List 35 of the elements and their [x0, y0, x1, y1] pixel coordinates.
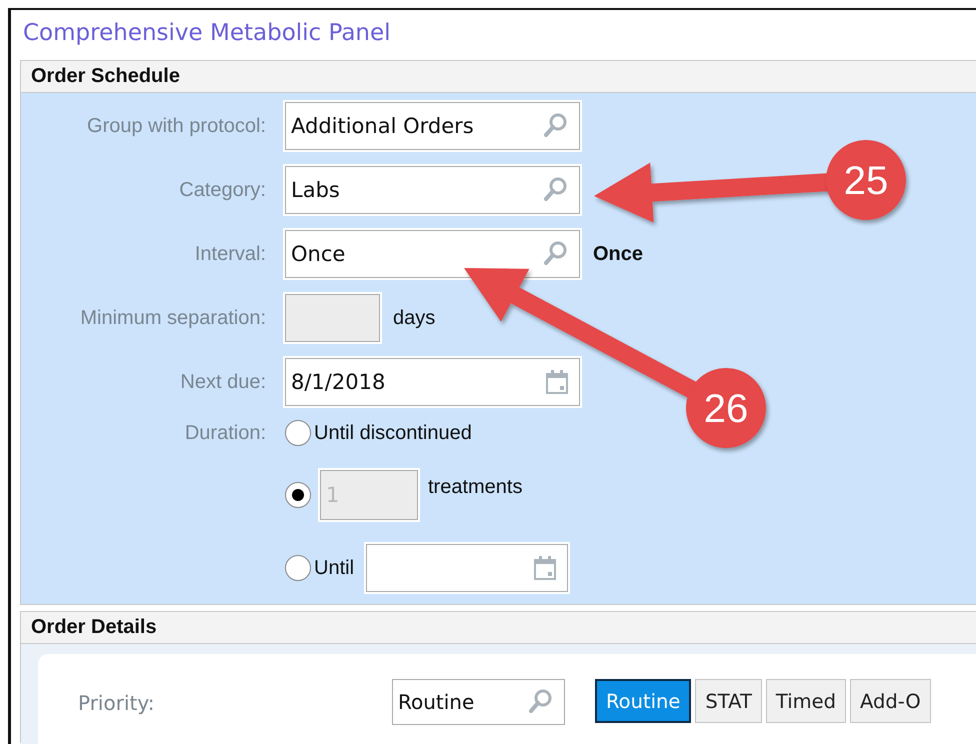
- radio-button[interactable]: [285, 555, 311, 581]
- field-label: Duration:: [184, 422, 266, 445]
- lookup-field[interactable]: Routine: [392, 679, 565, 725]
- calendar-icon[interactable]: [533, 555, 558, 581]
- section-heading: Order Details: [31, 616, 157, 639]
- date-field[interactable]: [366, 544, 568, 592]
- interval-summary: Once: [593, 242, 644, 266]
- option-label: Until: [314, 556, 354, 580]
- lookup-field[interactable]: Labs: [285, 166, 580, 214]
- field-label: Priority:: [78, 691, 154, 715]
- field-label: Interval:: [194, 242, 266, 266]
- option-label: Until discontinued: [314, 422, 472, 444]
- field-label: Next due:: [180, 370, 266, 394]
- callout-badge: 25: [826, 140, 906, 220]
- search-icon[interactable]: [541, 176, 569, 204]
- section-heading: Order Schedule: [31, 65, 180, 88]
- priority-toggle[interactable]: STAT: [695, 679, 762, 723]
- unit-label: treatments: [428, 476, 522, 499]
- date-field[interactable]: 8/1/2018: [285, 358, 580, 406]
- field-label: Group with protocol:: [87, 114, 266, 138]
- priority-toggle[interactable]: Timed: [766, 679, 846, 723]
- lookup-field[interactable]: Additional Orders: [285, 102, 580, 150]
- priority-toggle[interactable]: Add-O: [850, 679, 931, 723]
- field-label: Category:: [179, 178, 266, 202]
- callout-badge: 26: [686, 368, 766, 448]
- calendar-icon[interactable]: [545, 369, 569, 395]
- radio-button[interactable]: [285, 420, 311, 446]
- search-icon[interactable]: [541, 240, 569, 268]
- search-icon[interactable]: [526, 688, 554, 716]
- lookup-field[interactable]: Once: [285, 230, 580, 278]
- priority-toggle[interactable]: Routine: [595, 679, 692, 723]
- field-label: Minimum separation:: [80, 306, 266, 330]
- window-title: Comprehensive Metabolic Panel: [23, 20, 391, 46]
- search-icon[interactable]: [541, 112, 569, 140]
- unit-label: days: [393, 306, 436, 330]
